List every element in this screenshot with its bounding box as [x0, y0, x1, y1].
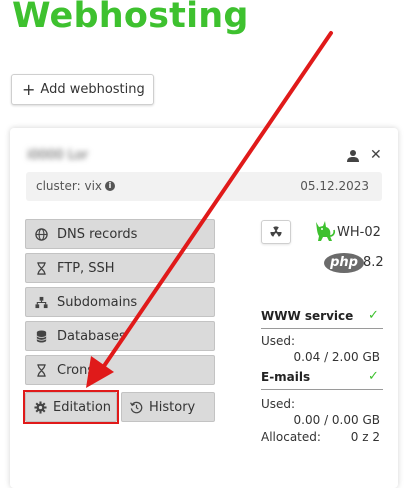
- annotation-arrow: [86, 31, 333, 388]
